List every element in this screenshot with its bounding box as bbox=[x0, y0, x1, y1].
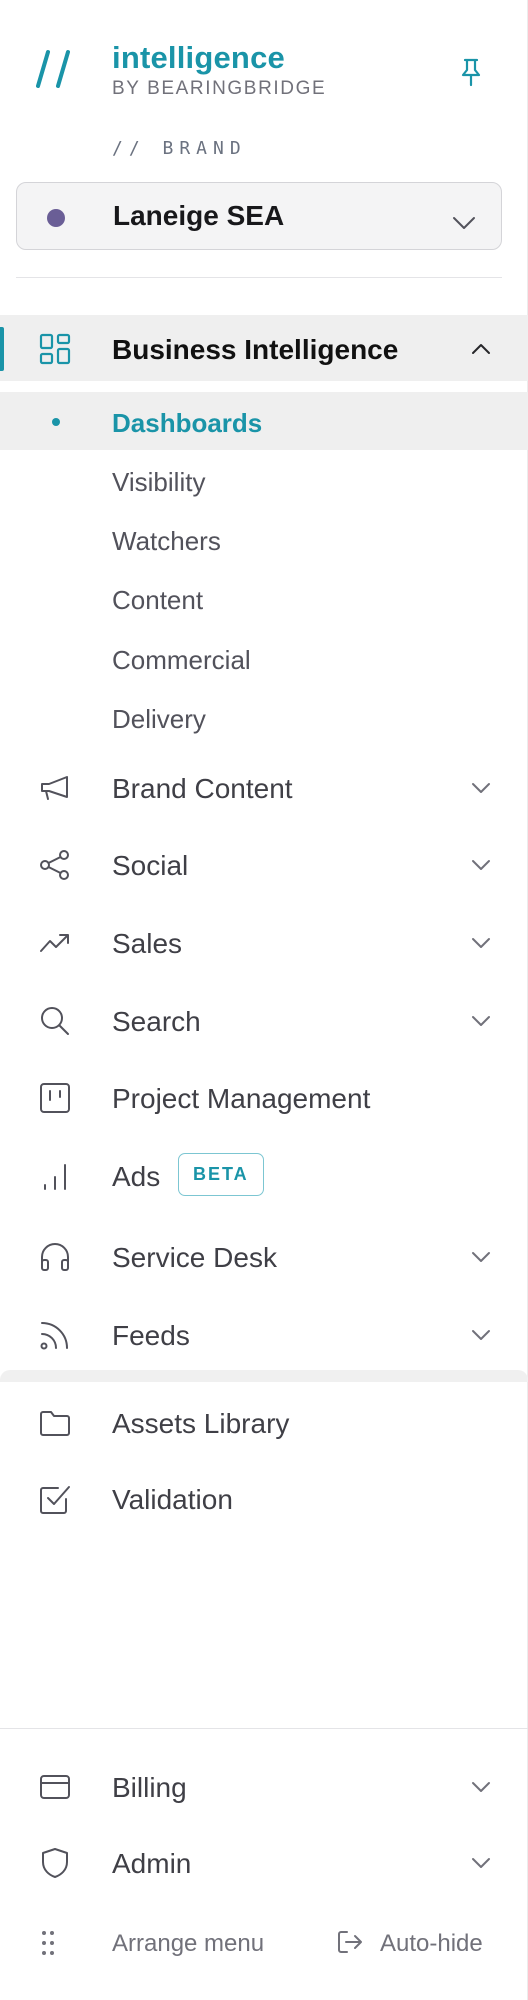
chevron-up-icon[interactable] bbox=[470, 341, 492, 357]
chevron-down-icon[interactable] bbox=[470, 1249, 492, 1265]
nav-item-sales[interactable]: Sales bbox=[0, 909, 528, 975]
checkbox-icon bbox=[38, 1482, 72, 1516]
subnav-label: Dashboards bbox=[112, 408, 263, 438]
bar-chart-icon bbox=[38, 1159, 72, 1193]
shield-icon bbox=[38, 1846, 72, 1880]
app-subtitle: BY BEARINGBRIDGE bbox=[112, 78, 327, 99]
nav-label: Brand Content bbox=[112, 773, 293, 804]
rss-icon bbox=[38, 1318, 72, 1352]
nav-item-service-desk[interactable]: Service Desk bbox=[0, 1223, 528, 1289]
kanban-icon bbox=[38, 1081, 72, 1115]
nav-item-ads[interactable]: Ads BETA bbox=[0, 1142, 528, 1208]
brand-color-dot bbox=[47, 209, 65, 227]
beta-badge: BETA bbox=[178, 1153, 264, 1196]
nav-item-validation[interactable]: Validation bbox=[0, 1465, 528, 1531]
nav-label: Ads bbox=[112, 1161, 161, 1192]
drag-handle-icon[interactable] bbox=[40, 1928, 56, 1958]
nav-item-brand-content[interactable]: Brand Content bbox=[0, 754, 528, 820]
subnav-label: Visibility bbox=[112, 467, 206, 497]
app-name: intelligence bbox=[112, 40, 285, 75]
brand-selector[interactable]: Laneige SEA bbox=[16, 182, 502, 250]
nav-item-admin[interactable]: Admin bbox=[0, 1829, 528, 1895]
subnav-label: Watchers bbox=[112, 526, 221, 556]
nav-item-billing[interactable]: Billing bbox=[0, 1753, 528, 1819]
sidebar-footer: Arrange menu Auto-hide bbox=[0, 1912, 528, 1972]
brand-selected-value: Laneige SEA bbox=[113, 200, 285, 231]
nav-label: Billing bbox=[112, 1772, 187, 1803]
arrange-menu-button[interactable]: Arrange menu bbox=[112, 1930, 264, 1958]
trending-up-icon bbox=[38, 926, 72, 960]
divider bbox=[16, 277, 502, 278]
section-separator bbox=[0, 1370, 528, 1382]
nav-label: Admin bbox=[112, 1848, 192, 1879]
nav-label: Business Intelligence bbox=[112, 334, 399, 365]
auto-hide-button[interactable]: Auto-hide bbox=[380, 1930, 483, 1958]
nav-label: Project Management bbox=[112, 1083, 371, 1114]
nav-label: Assets Library bbox=[112, 1408, 290, 1439]
nav-item-assets-library[interactable]: Assets Library bbox=[0, 1389, 528, 1455]
subnav-label: Delivery bbox=[112, 704, 206, 734]
subnav-label: Content bbox=[112, 585, 204, 615]
nav-item-social[interactable]: Social bbox=[0, 831, 528, 897]
subnav-item-commercial[interactable]: Commercial bbox=[0, 629, 528, 687]
chevron-down-icon[interactable] bbox=[470, 935, 492, 951]
subnav-item-visibility[interactable]: Visibility bbox=[0, 451, 528, 509]
subnav-item-watchers[interactable]: Watchers bbox=[0, 510, 528, 568]
chevron-down-icon[interactable] bbox=[470, 1327, 492, 1343]
subnav-item-content[interactable]: Content bbox=[0, 569, 528, 627]
sign-out-icon[interactable] bbox=[336, 1928, 364, 1956]
nav-label: Social bbox=[112, 850, 189, 881]
pin-icon[interactable] bbox=[456, 56, 486, 88]
brand-section-label: // BRAND bbox=[112, 138, 247, 159]
subnav-item-dashboards[interactable]: Dashboards bbox=[0, 392, 528, 450]
chevron-down-icon[interactable] bbox=[470, 780, 492, 796]
nav-label: Service Desk bbox=[112, 1242, 277, 1273]
nav-label: Search bbox=[112, 1006, 201, 1037]
search-icon bbox=[38, 1004, 72, 1038]
nav-label: Validation bbox=[112, 1484, 233, 1515]
nav-label: Feeds bbox=[112, 1320, 190, 1351]
share-icon bbox=[38, 848, 72, 882]
sidebar: intelligence BY BEARINGBRIDGE // BRAND L… bbox=[0, 0, 528, 2000]
divider bbox=[0, 1728, 528, 1729]
subnav-label: Commercial bbox=[112, 645, 251, 675]
grid-icon bbox=[38, 332, 72, 366]
chevron-down-icon[interactable] bbox=[470, 1013, 492, 1029]
logo-icon[interactable] bbox=[36, 48, 76, 92]
credit-card-icon bbox=[38, 1770, 72, 1804]
active-indicator bbox=[0, 327, 4, 371]
chevron-down-icon[interactable] bbox=[470, 857, 492, 873]
chevron-down-icon[interactable] bbox=[470, 1779, 492, 1795]
headphones-icon bbox=[38, 1240, 72, 1274]
chevron-down-icon bbox=[451, 213, 477, 233]
nav-item-feeds[interactable]: Feeds bbox=[0, 1301, 528, 1367]
megaphone-icon bbox=[38, 771, 72, 805]
subnav-item-delivery[interactable]: Delivery bbox=[0, 688, 528, 746]
nav-item-search[interactable]: Search bbox=[0, 987, 528, 1053]
chevron-down-icon[interactable] bbox=[470, 1855, 492, 1871]
current-dot bbox=[52, 418, 60, 426]
nav-label: Sales bbox=[112, 928, 183, 959]
folder-icon bbox=[38, 1406, 72, 1440]
nav-item-project-management[interactable]: Project Management bbox=[0, 1064, 528, 1130]
nav-item-business-intelligence[interactable]: Business Intelligence bbox=[0, 315, 528, 381]
